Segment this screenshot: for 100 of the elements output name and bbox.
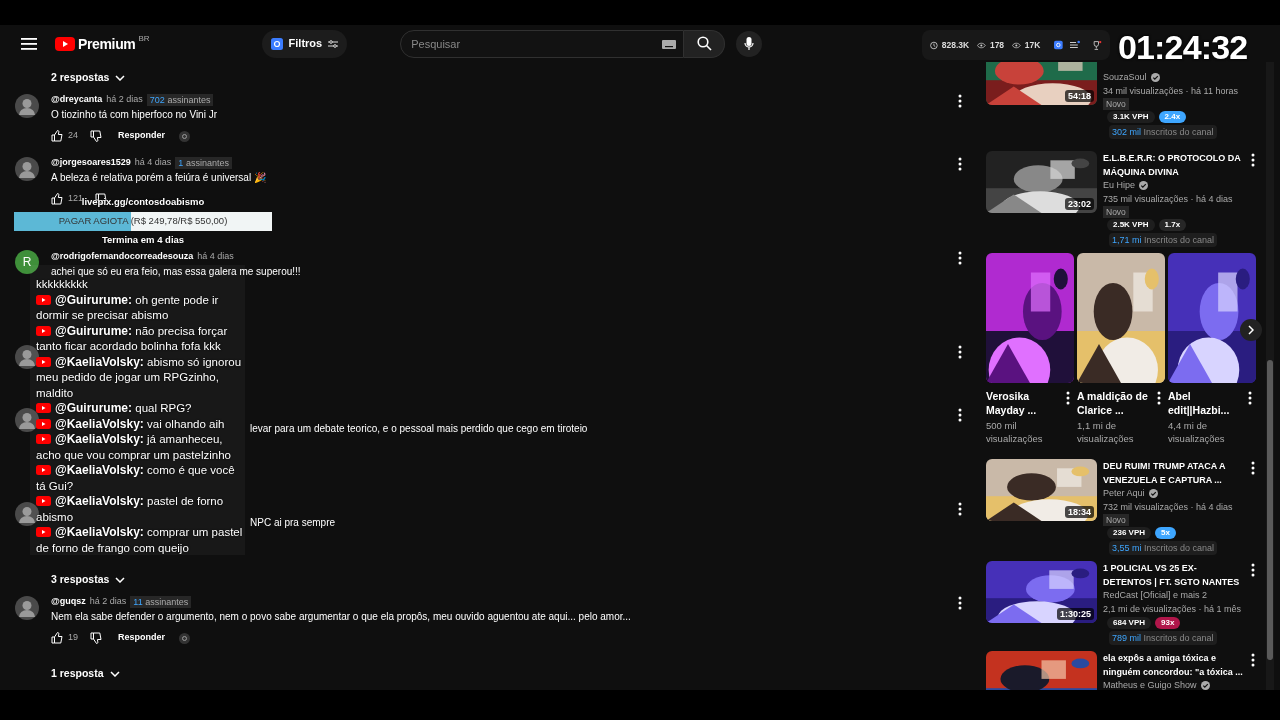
thumbs-down-icon[interactable] (90, 130, 102, 142)
comment-time[interactable]: há 2 dias (89, 595, 127, 609)
new-badge: Novo (1103, 206, 1129, 218)
video-title[interactable]: 1 POLICIAL VS 25 EX-DETENTOS | FT. SGTO NANTES (1103, 562, 1243, 589)
more-icon[interactable] (958, 251, 962, 265)
goal-deadline: Termina em 4 dias (101, 233, 185, 247)
short-views: 1,1 mi de visualizações (1077, 419, 1135, 445)
microphone-icon (744, 36, 755, 51)
channel-name[interactable]: Matheus e Guigo Show (1103, 678, 1197, 690)
scrollbar[interactable] (1266, 62, 1274, 690)
youtube-icon (36, 294, 51, 305)
next-button[interactable] (1240, 319, 1262, 341)
subscriber-count: 1,71 mi Inscritos do canal (1109, 233, 1218, 247)
youtube-icon (36, 496, 51, 506)
video-title[interactable]: DEU RUIM! TRUMP ATACA A VENEZUELA E CAPTURA ... (1103, 460, 1243, 487)
logo[interactable]: Premium BR (55, 33, 150, 54)
comment-text: achei que só eu era feio, mas essa galera me superou!!! (51, 265, 301, 279)
channel-name[interactable]: Peter Aqui (1103, 486, 1145, 501)
trophy-icon[interactable] (1092, 39, 1102, 51)
subscriber-count: 789 mil Inscritos do canal (1109, 631, 1217, 645)
vph-badge: 3.1K VPH (1107, 111, 1155, 123)
menu-icon[interactable] (21, 37, 37, 50)
more-icon[interactable] (958, 157, 962, 171)
youtube-icon (36, 527, 51, 537)
comment-author[interactable]: @guqsz (51, 595, 86, 609)
short-title[interactable]: Abel edit||Hazbi... (1168, 389, 1248, 417)
replies-toggle[interactable]: 3 respostas (51, 571, 126, 588)
search-button[interactable] (684, 29, 726, 58)
short-title[interactable]: A maldição de Clarice ... (1077, 389, 1157, 417)
more-icon[interactable] (1248, 391, 1252, 405)
short-title[interactable]: Verosika Mayday ... (986, 389, 1066, 417)
multiplier-badge: 2.4x (1158, 111, 1187, 123)
channel-name[interactable]: SouzaSoul (1103, 70, 1147, 85)
microphone-button[interactable] (736, 30, 763, 57)
avatar: R (15, 250, 39, 274)
comment-author[interactable]: @jorgesoares1529 (51, 156, 131, 170)
more-icon[interactable] (1251, 461, 1255, 475)
play-icon (55, 36, 75, 51)
filters-button[interactable]: Filtros (261, 29, 348, 58)
thumbs-up-icon[interactable] (51, 193, 63, 205)
more-icon[interactable] (1157, 391, 1161, 405)
comment-time[interactable]: há 4 dias (134, 156, 172, 170)
subscriber-count: 302 mil Inscritos do canal (1109, 125, 1217, 139)
comment-text: Nem ela sabe defender o argumento, nem o povo sabe argumentar o que ela propôs, meu ouvido aguentou ate aqui... pelo amor... (51, 610, 631, 624)
replies-toggle[interactable]: 1 resposta (51, 665, 120, 682)
video-meta: 2,1 mi de visualizações · há 1 mês (1103, 603, 1242, 616)
app-icon (270, 37, 283, 50)
comment-author[interactable]: @dreycanta (51, 93, 103, 107)
more-icon[interactable] (958, 408, 962, 422)
logo-text: Premium (78, 34, 136, 54)
channel-name[interactable]: RedCast [Oficial] e mais 2 (1103, 588, 1208, 603)
thumbs-up-icon[interactable] (51, 632, 63, 644)
chevron-down-icon (115, 576, 126, 583)
keyboard-icon[interactable] (662, 39, 677, 49)
video-meta: 735 mil visualizações · há 4 dias (1103, 193, 1233, 206)
chat-message: @Guirurume: qual RPG? (36, 401, 245, 417)
comment-time[interactable]: há 4 dias (197, 250, 234, 264)
chat-message: @KaeliaVolsky: vai olhando aih (36, 416, 245, 432)
avatar (15, 94, 39, 118)
video-title[interactable]: E.L.B.E.R.R: O PROTOCOLO DA MÁQUINA DIVINA (1103, 152, 1243, 179)
chevron-down-icon (109, 670, 120, 677)
youtube-icon (36, 465, 51, 475)
stat-value: 17K (1024, 38, 1041, 52)
chevron-right-icon (1248, 325, 1254, 335)
comment-time[interactable]: há 2 dias (106, 93, 143, 107)
avatar (15, 408, 39, 432)
chat-message: @KaeliaVolsky: comprar um pastel de forno de frango com queijo (36, 525, 244, 556)
chat-message: @KaeliaVolsky: como é que você tá Gui? (36, 463, 236, 494)
subscriber-count: 3,55 mi Inscritos do canal (1109, 541, 1218, 555)
more-icon[interactable] (958, 502, 962, 516)
clock-icon (930, 40, 938, 50)
comment-author[interactable]: @rodrigofernandocorreadesouza (51, 250, 194, 264)
video-meta: 732 mil visualizações · há 4 dias (1103, 501, 1233, 514)
more-icon[interactable] (1066, 391, 1070, 405)
app-icon[interactable] (179, 130, 191, 142)
reply-button[interactable]: Responder (118, 129, 166, 143)
video-title[interactable]: ela expôs a amiga tóxica e ninguém concordou: "a tóxica ... (1103, 652, 1243, 679)
subscriber-count: 1 assinantes (175, 157, 232, 169)
youtube-icon (36, 325, 51, 336)
app-icon[interactable] (179, 632, 191, 644)
reply-button[interactable]: Responder (118, 631, 166, 645)
more-icon[interactable] (958, 94, 962, 108)
search-field[interactable]: Pesquisar (400, 29, 685, 58)
chat-message: kkkkkkkkk (36, 277, 89, 292)
youtube-icon (36, 356, 51, 367)
more-icon[interactable] (958, 345, 962, 359)
list-icon[interactable] (1070, 40, 1081, 50)
app-icon[interactable] (1054, 40, 1064, 50)
vph-badge: 684 VPH (1107, 617, 1152, 629)
more-icon[interactable] (1251, 153, 1255, 167)
comment-text: A beleza é relativa porém a feiúra é universal 🎉 (51, 171, 266, 185)
more-icon[interactable] (1251, 563, 1255, 577)
more-icon[interactable] (958, 596, 962, 610)
stream-timer: 01:24:32 (1118, 27, 1248, 67)
thumbs-up-icon[interactable] (51, 130, 63, 142)
replies-toggle[interactable]: 2 respostas (51, 69, 126, 86)
comment-text: levar para um debate teorico, e o pessoal mais perdido que cego em tiroteio (250, 422, 588, 436)
more-icon[interactable] (1251, 653, 1255, 667)
thumbs-down-icon[interactable] (90, 632, 102, 644)
channel-name[interactable]: Eu Hipe (1103, 178, 1136, 193)
